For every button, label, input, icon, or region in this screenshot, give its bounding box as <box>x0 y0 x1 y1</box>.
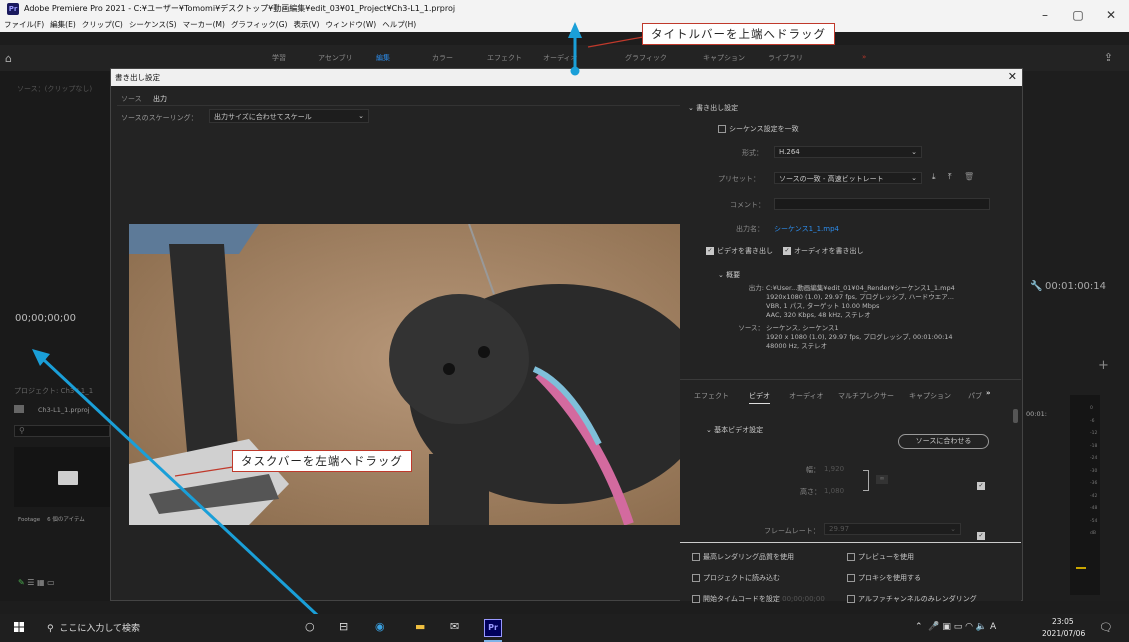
callout-pointer <box>174 466 234 477</box>
ime-indicator[interactable]: A <box>990 622 996 632</box>
arrow-head-up <box>568 22 582 38</box>
edge-icon[interactable]: ◉ <box>375 620 385 633</box>
cortana-icon[interactable]: ○ <box>305 620 315 633</box>
mail-icon[interactable]: ✉ <box>450 620 459 633</box>
premiere-taskbar-icon[interactable]: Pr <box>484 619 502 637</box>
battery-icon[interactable]: ▭ <box>954 622 963 632</box>
volume-icon[interactable]: 🔈 <box>976 622 987 632</box>
notification-icon[interactable]: 🗨 <box>1099 621 1113 634</box>
drag-start-point <box>570 66 580 76</box>
wifi-icon[interactable]: ◠ <box>965 622 973 632</box>
windows-start-icon[interactable] <box>14 622 24 632</box>
task-view-icon[interactable]: ⊟ <box>339 620 348 633</box>
clock-date[interactable]: 2021/07/06 <box>1042 629 1085 638</box>
system-tray: ⌃ 🎤 ▣ ▭ ◠ 🔈 A <box>915 622 996 632</box>
chevron-up-icon[interactable]: ⌃ <box>915 622 923 632</box>
windows-taskbar: ⚲ ここに入力して検索 ○ ⊟ ◉ ▬ ✉ Pr ⌃ 🎤 ▣ ▭ ◠ 🔈 A 2… <box>0 614 1129 642</box>
search-icon: ⚲ <box>47 624 54 634</box>
annotation-overlay <box>32 22 644 632</box>
camera-icon[interactable]: ▣ <box>942 622 951 632</box>
drag-arrow-left <box>42 358 332 629</box>
taskbar-search[interactable]: ⚲ ここに入力して検索 <box>47 621 140 634</box>
mic-icon[interactable]: 🎤 <box>928 622 939 632</box>
clock-time[interactable]: 23:05 <box>1052 617 1074 626</box>
file-explorer-icon[interactable]: ▬ <box>415 620 425 633</box>
callout-taskbar-drag: タスクバーを左端へドラッグ <box>232 450 412 472</box>
callout-pointer <box>587 36 644 48</box>
callout-title-drag: タイトルバーを上端へドラッグ <box>642 23 835 45</box>
